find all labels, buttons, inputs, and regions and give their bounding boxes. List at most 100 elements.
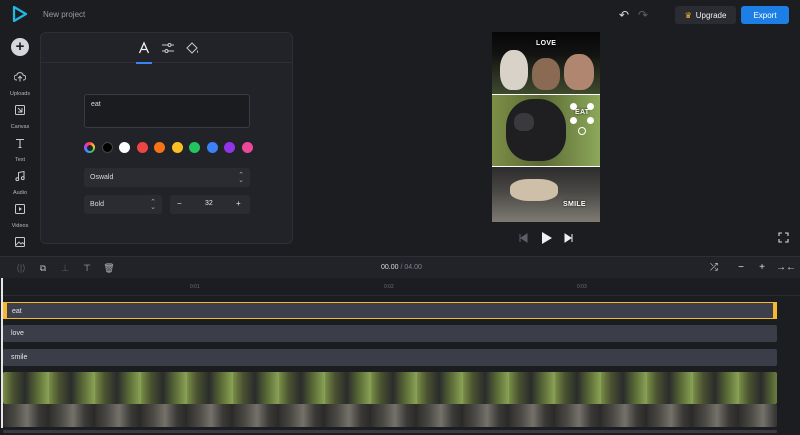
video-preview[interactable]: LOVE EAT SMILE [492, 32, 600, 222]
font-size-value[interactable]: 32 [205, 200, 213, 207]
zoom-in-icon[interactable]: + [754, 261, 770, 275]
swatch-orange[interactable] [154, 142, 165, 153]
font-family-select[interactable]: Oswald ⌃ ⌄ [84, 168, 250, 187]
resize-handle[interactable] [570, 117, 577, 124]
overlay-text-eat[interactable]: EAT [575, 109, 589, 116]
tab-adjust[interactable] [160, 40, 176, 56]
swatch-green[interactable] [189, 142, 200, 153]
upgrade-button[interactable]: ♛ Upgrade [675, 6, 736, 24]
timeline-track-smile[interactable]: smile [3, 349, 777, 366]
font-icon [138, 41, 150, 54]
fit-timeline-icon[interactable]: ⤮ [706, 261, 722, 275]
monkey-shape [532, 58, 560, 90]
zoom-out-icon[interactable]: − [733, 261, 749, 275]
sidebar-item-text[interactable]: Text [0, 136, 40, 163]
custom-color-picker[interactable] [84, 142, 95, 153]
align-bottom-icon[interactable]: ⊥ [59, 262, 71, 274]
swatch-white[interactable] [119, 142, 130, 153]
preview-clip-love: LOVE [492, 32, 600, 94]
swatch-pink[interactable] [241, 142, 253, 153]
track-label: eat [12, 308, 22, 315]
trim-handle-right[interactable] [773, 302, 777, 319]
ruler-tick: 0:01 [190, 284, 200, 290]
time-separator: / [400, 264, 403, 271]
overlay-text-smile[interactable]: SMILE [563, 201, 586, 208]
collapse-icon[interactable]: →← [776, 261, 796, 275]
canvas-icon [15, 105, 25, 115]
swatch-black[interactable] [101, 142, 113, 153]
sidebar-item-label: Canvas [10, 124, 30, 130]
active-tab-indicator [136, 62, 152, 64]
rotate-icon[interactable] [578, 127, 586, 135]
timeline-track-love[interactable]: love [3, 325, 777, 342]
sidebar-item-audio[interactable]: Audio [0, 169, 40, 196]
swatch-blue[interactable] [206, 142, 218, 153]
tab-fill[interactable] [184, 40, 200, 56]
sidebar-item-images[interactable] [0, 235, 40, 253]
sidebar-item-label: Videos [11, 223, 29, 229]
swatch-purple[interactable] [224, 142, 235, 153]
preview-clip-smile: SMILE [492, 166, 600, 222]
upload-icon [13, 72, 27, 82]
preview-clip-eat: EAT [492, 94, 600, 166]
sidebar-item-canvas[interactable]: Canvas [0, 103, 40, 130]
skip-back-icon[interactable] [518, 233, 528, 243]
duplicate-icon[interactable]: ⧉ [37, 262, 49, 274]
tab-font[interactable] [136, 40, 152, 56]
text-properties-panel: eat Oswald ⌃ ⌄ Bold ⌃ ⌄ − 32 + [40, 32, 293, 244]
skip-forward-icon[interactable] [564, 233, 574, 243]
trash-icon[interactable]: 🗑 [103, 262, 115, 274]
align-top-icon[interactable]: ⊤ [81, 262, 93, 274]
overlay-text-love[interactable]: LOVE [536, 40, 556, 47]
chevron-updown-icon: ⌃ ⌄ [238, 172, 244, 184]
add-media-button[interactable]: + [11, 38, 29, 56]
resize-handle[interactable] [587, 103, 594, 110]
plus-icon[interactable]: + [236, 199, 241, 208]
swatch-yellow[interactable] [171, 142, 183, 153]
video-icon [15, 204, 25, 214]
video-filmstrip-gorilla[interactable] [3, 372, 777, 404]
project-title[interactable]: New project [43, 10, 85, 19]
timeline-ruler[interactable]: 0:01 0:02 0:03 [0, 278, 800, 296]
font-size-stepper: − 32 + [170, 195, 250, 214]
sidebar-item-videos[interactable]: Videos [0, 202, 40, 229]
play-icon[interactable] [540, 231, 553, 245]
gorilla-face-shape [514, 113, 534, 131]
crown-icon: ♛ [684, 10, 692, 20]
text-icon [16, 138, 24, 149]
ruler-tick: 0:02 [384, 284, 394, 290]
minus-icon[interactable]: − [177, 199, 182, 208]
split-icon[interactable]: ⟨|⟩ [15, 262, 27, 274]
font-family-value: Oswald [90, 174, 114, 181]
gorilla-shape [506, 99, 566, 161]
export-button[interactable]: Export [741, 6, 789, 24]
chevron-updown-icon: ⌃ ⌄ [150, 199, 156, 211]
total-duration: 04.00 [404, 264, 422, 271]
text-content-field[interactable]: eat [84, 94, 250, 128]
font-weight-value: Bold [90, 201, 105, 208]
sidebar-item-label: Audio [12, 190, 28, 196]
trim-handle-left[interactable] [3, 302, 7, 319]
sidebar-item-uploads[interactable]: Uploads [0, 70, 40, 97]
music-icon [15, 170, 25, 182]
top-bar: New project ↶ ↷ ♛ Upgrade Export [0, 0, 800, 30]
resize-handle[interactable] [587, 117, 594, 124]
fullscreen-icon[interactable] [778, 232, 789, 243]
video-editor-app: New project ↶ ↷ ♛ Upgrade Export + Uploa… [0, 0, 800, 435]
timeline-scrollbar[interactable] [3, 430, 777, 433]
playhead[interactable] [1, 278, 3, 428]
sidebar-item-label: Text [14, 157, 26, 163]
track-label: smile [11, 354, 28, 361]
app-logo-icon[interactable] [12, 6, 28, 22]
font-weight-select[interactable]: Bold ⌃ ⌄ [84, 195, 162, 214]
sidebar-item-label: Uploads [9, 91, 31, 97]
redo-icon[interactable]: ↷ [638, 9, 650, 21]
adjust-icon [162, 43, 174, 53]
monkey-shape [564, 54, 594, 90]
resize-handle[interactable] [570, 103, 577, 110]
swatch-red[interactable] [136, 142, 148, 153]
monkey-shape [510, 179, 558, 201]
video-filmstrip-monkey[interactable] [3, 404, 777, 427]
timeline-track-eat[interactable]: eat [3, 302, 777, 319]
undo-icon[interactable]: ↶ [619, 9, 631, 21]
